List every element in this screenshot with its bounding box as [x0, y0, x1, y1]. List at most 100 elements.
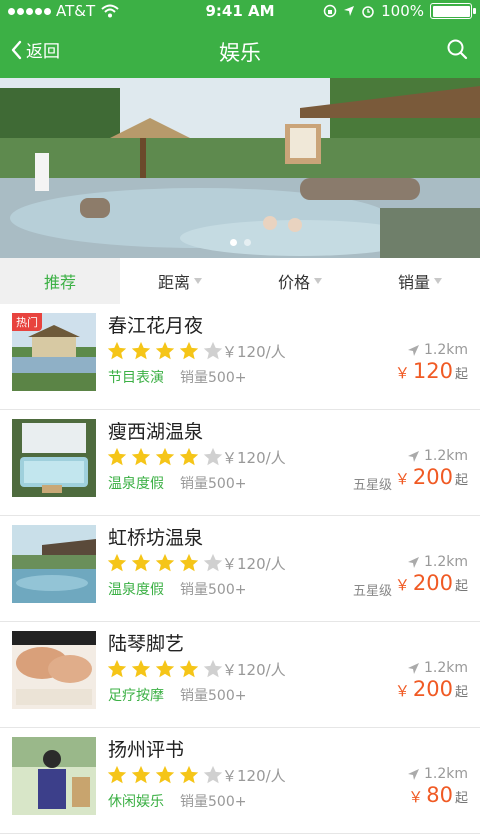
distance: 1.2km [407, 660, 468, 676]
tab-label: 销量 [397, 273, 430, 292]
price: ￥ 200 起 [395, 677, 468, 701]
pager-dot [243, 239, 251, 246]
price-suffix: 起 [454, 791, 468, 806]
star-empty-icon [203, 553, 223, 572]
price-suffix: 起 [454, 685, 468, 700]
sales-count: 销量500+ [180, 370, 247, 386]
star-filled-icon [107, 659, 127, 678]
location-arrow-icon [407, 768, 419, 780]
venue-thumbnail [12, 419, 96, 497]
star-level: 五星级 [352, 478, 392, 493]
star-filled-icon [131, 659, 151, 678]
per-person-price: ￥120/人 [222, 767, 286, 785]
sort-tabs: 推荐 距离 价格 销量 [0, 258, 480, 304]
tab-label: 价格 [277, 273, 310, 292]
category-tag: 节目表演 [108, 370, 164, 386]
distance-value: 1.2km [423, 766, 468, 782]
venue-name: 扬州评书 [108, 739, 185, 761]
distance: 1.2km [407, 554, 468, 570]
per-person-price: ￥120/人 [222, 343, 286, 361]
star-empty-icon [203, 659, 223, 678]
orientation-lock-icon [323, 4, 337, 18]
distance: 1.2km [407, 448, 468, 464]
status-bar: AT&T 9:41 AM 100% [0, 0, 480, 24]
venue-thumbnail [12, 525, 96, 603]
currency-symbol: ￥ [394, 576, 410, 594]
list-item[interactable]: 瘦西湖温泉 ￥120/人 1.2km 温泉度假 销量500+ 五星级 ￥ 200… [0, 410, 480, 516]
thumbnail-image [12, 737, 96, 815]
price-amount: 200 [412, 571, 453, 595]
currency-symbol: ￥ [394, 470, 410, 488]
sales-count: 销量500+ [180, 794, 247, 810]
price: ￥ 200 起 [395, 571, 468, 595]
venue-name: 陆琴脚艺 [108, 633, 185, 655]
venue-thumbnail: 热门 [12, 313, 96, 391]
per-person-price: ￥120/人 [222, 555, 286, 573]
tab-label: 推荐 [43, 273, 76, 292]
tab-sales[interactable]: 销量 [360, 258, 480, 304]
list-item[interactable]: 陆琴脚艺 ￥120/人 1.2km 足疗按摩 销量500+ ￥ 200 起 [0, 622, 480, 728]
distance: 1.2km [407, 342, 468, 358]
hot-spring-banner[interactable] [0, 78, 480, 258]
star-filled-icon [179, 447, 199, 466]
price-amount: 120 [412, 359, 453, 383]
list-item[interactable]: 扬州评书 ￥120/人 1.2km 休闲娱乐 销量500+ ￥ 80 起 [0, 728, 480, 834]
tab-distance[interactable]: 距离 [120, 258, 240, 304]
star-filled-icon [179, 341, 199, 360]
price-suffix: 起 [454, 579, 468, 594]
list-item[interactable]: 虹桥坊温泉 ￥120/人 1.2km 温泉度假 销量500+ 五星级 ￥ 200… [0, 516, 480, 622]
price: ￥ 80 起 [408, 783, 468, 807]
star-filled-icon [179, 553, 199, 572]
search-button[interactable] [446, 38, 468, 64]
price: ￥ 120 起 [395, 359, 468, 383]
page-title: 娱乐 [219, 41, 261, 65]
venue-list: 热门 春江花月夜 ￥120/人 1.2km 节目表演 销量500+ ￥ 120 … [0, 304, 480, 834]
caret-down-icon [314, 278, 322, 284]
category-tag: 休闲娱乐 [108, 794, 164, 810]
rating-stars [106, 658, 224, 680]
thumbnail-image [12, 631, 96, 709]
location-arrow-icon [407, 662, 419, 674]
currency-symbol: ￥ [394, 364, 410, 382]
currency-symbol: ￥ [394, 682, 410, 700]
thumbnail-image [12, 525, 96, 603]
venue-name: 虹桥坊温泉 [108, 527, 204, 549]
list-item[interactable]: 热门 春江花月夜 ￥120/人 1.2km 节目表演 销量500+ ￥ 120 … [0, 304, 480, 410]
star-filled-icon [107, 765, 127, 784]
rating-stars [106, 340, 224, 362]
star-filled-icon [131, 341, 151, 360]
distance-value: 1.2km [423, 660, 468, 676]
battery-icon [430, 3, 476, 19]
category-tag: 温泉度假 [108, 476, 164, 492]
price-amount: 200 [412, 677, 453, 701]
tab-recommended[interactable]: 推荐 [0, 258, 120, 304]
price-amount: 200 [412, 465, 453, 489]
star-filled-icon [131, 765, 151, 784]
star-filled-icon [107, 553, 127, 572]
star-filled-icon [107, 341, 127, 360]
star-empty-icon [203, 765, 223, 784]
distance-value: 1.2km [423, 448, 468, 464]
price-amount: 80 [426, 783, 453, 807]
star-empty-icon [203, 447, 223, 466]
banner-image [0, 78, 480, 258]
distance: 1.2km [407, 766, 468, 782]
venue-thumbnail [12, 631, 96, 709]
tab-price[interactable]: 价格 [240, 258, 360, 304]
star-filled-icon [155, 765, 175, 784]
distance-value: 1.2km [423, 342, 468, 358]
per-person-price: ￥120/人 [222, 661, 286, 679]
location-arrow-icon [407, 344, 419, 356]
star-level: 五星级 [352, 584, 392, 599]
star-empty-icon [203, 341, 223, 360]
star-filled-icon [155, 341, 175, 360]
tab-label: 距离 [157, 273, 190, 292]
hot-badge: 热门 [12, 313, 42, 331]
category-tag: 温泉度假 [108, 582, 164, 598]
rating-stars [106, 446, 224, 468]
venue-name: 春江花月夜 [108, 315, 204, 337]
distance-value: 1.2km [423, 554, 468, 570]
sales-count: 销量500+ [180, 688, 247, 704]
star-filled-icon [155, 553, 175, 572]
venue-name: 瘦西湖温泉 [108, 421, 204, 443]
